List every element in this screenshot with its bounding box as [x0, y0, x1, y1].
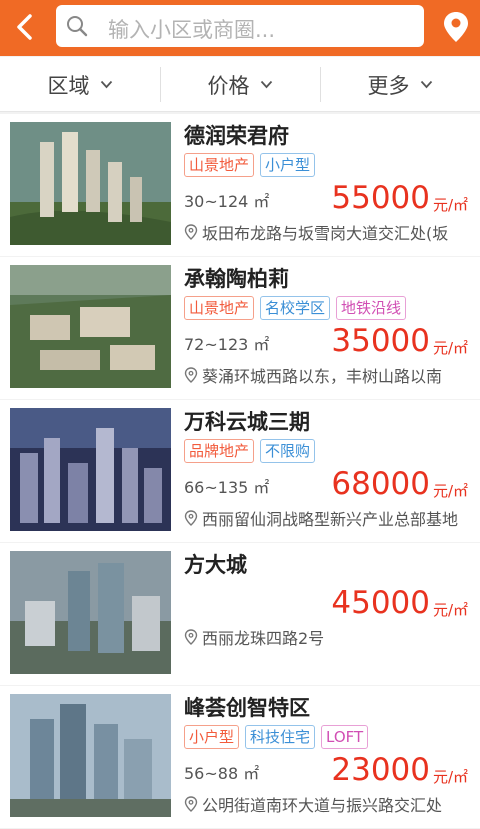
area-range: 72~123 ㎡ [184, 335, 270, 354]
filter-label: 更多 [367, 73, 410, 98]
area-range: 66~135 ㎡ [184, 478, 270, 497]
address: 西丽留仙洞战略型新兴产业总部基地 [184, 506, 480, 530]
tag: 科技住宅 [245, 725, 316, 749]
filter-region[interactable]: 区域 [0, 57, 160, 112]
listing-name: 万科云城三期 [184, 410, 310, 434]
map-pin-icon [184, 510, 198, 526]
listing-item[interactable]: 方大城 45000 元/㎡ 西丽龙珠四路2号 [0, 543, 480, 685]
address-text: 葵涌环城西路以东，丰树山路以南 [202, 367, 443, 386]
area-range: 56~88 ㎡ [184, 764, 260, 783]
property-image [10, 694, 171, 817]
address: 坂田布龙路与坂雪岗大道交汇处(坂 [184, 220, 480, 244]
top-bar: 输入小区或商圈... [0, 0, 480, 56]
map-pin-icon [184, 796, 198, 812]
map-pin-icon [184, 367, 198, 383]
listing-item[interactable]: 峰荟创智特区 小户型 科技住宅 LOFT 56~88 ㎡ 23000 元/㎡ 公… [0, 686, 480, 828]
listing-item[interactable]: 德润荣君府 山景地产 小户型 30~124 ㎡ 55000 元/㎡ 坂田布龙路与… [0, 114, 480, 256]
search-placeholder: 输入小区或商圈... [108, 18, 276, 42]
tag: 地铁沿线 [336, 296, 407, 320]
filter-price[interactable]: 价格 [160, 57, 320, 112]
filter-label: 区域 [47, 73, 90, 98]
property-image [10, 265, 171, 388]
tag-list: 山景地产 名校学区 地铁沿线 [184, 296, 407, 320]
property-image [10, 551, 171, 674]
chevron-down-icon [260, 80, 272, 89]
area-range: 30~124 ㎡ [184, 192, 270, 211]
address: 西丽龙珠四路2号 [184, 625, 480, 649]
listing-name: 承翰陶柏莉 [184, 267, 289, 291]
search-input[interactable]: 输入小区或商圈... [56, 5, 424, 47]
listing-list: 德润荣君府 山景地产 小户型 30~124 ㎡ 55000 元/㎡ 坂田布龙路与… [0, 114, 480, 829]
price-unit: 元/㎡ [432, 768, 468, 786]
tag-list: 小户型 科技住宅 LOFT [184, 725, 369, 749]
address-text: 西丽留仙洞战略型新兴产业总部基地 [202, 510, 459, 529]
price: 35000 [331, 323, 430, 359]
filter-more[interactable]: 更多 [320, 57, 480, 112]
listing-item[interactable]: 承翰陶柏莉 山景地产 名校学区 地铁沿线 72~123 ㎡ 35000 元/㎡ … [0, 257, 480, 399]
chevron-left-icon [17, 14, 32, 40]
tag: 不限购 [260, 439, 316, 463]
back-button[interactable] [8, 9, 44, 45]
tag-list: 山景地产 小户型 [184, 153, 316, 177]
address-text: 公明街道南环大道与振兴路交汇处 [202, 796, 443, 815]
address-text: 坂田布龙路与坂雪岗大道交汇处(坂 [202, 224, 449, 243]
property-image [10, 408, 171, 531]
listing-name: 方大城 [184, 553, 247, 577]
chevron-down-icon [420, 80, 432, 89]
filter-label: 价格 [207, 73, 250, 98]
location-pin-icon [444, 12, 468, 42]
chevron-down-icon [100, 80, 112, 89]
filter-bar: 区域 价格 更多 [0, 57, 480, 112]
tag-list: 品牌地产 不限购 [184, 439, 316, 463]
map-pin-icon [184, 224, 198, 240]
listing-name: 峰荟创智特区 [184, 696, 310, 720]
tag: 品牌地产 [184, 439, 255, 463]
property-image [10, 122, 171, 245]
price-unit: 元/㎡ [432, 482, 468, 500]
address-text: 西丽龙珠四路2号 [202, 629, 325, 648]
tag: 山景地产 [184, 153, 255, 177]
price: 23000 [331, 752, 430, 788]
tag: LOFT [321, 725, 369, 749]
map-pin-icon [184, 629, 198, 645]
tag: 小户型 [260, 153, 316, 177]
price-unit: 元/㎡ [432, 339, 468, 357]
search-icon [67, 16, 88, 37]
price-unit: 元/㎡ [432, 196, 468, 214]
tag: 山景地产 [184, 296, 255, 320]
location-button[interactable] [440, 10, 472, 44]
tag: 名校学区 [260, 296, 331, 320]
price: 68000 [331, 466, 430, 502]
price: 55000 [331, 180, 430, 216]
address: 葵涌环城西路以东，丰树山路以南 [184, 363, 480, 387]
price-unit: 元/㎡ [432, 601, 468, 619]
listing-item[interactable]: 万科云城三期 品牌地产 不限购 66~135 ㎡ 68000 元/㎡ 西丽留仙洞… [0, 400, 480, 542]
listing-name: 德润荣君府 [184, 124, 289, 148]
price: 45000 [331, 585, 430, 621]
address: 公明街道南环大道与振兴路交汇处 [184, 792, 480, 816]
tag: 小户型 [184, 725, 240, 749]
